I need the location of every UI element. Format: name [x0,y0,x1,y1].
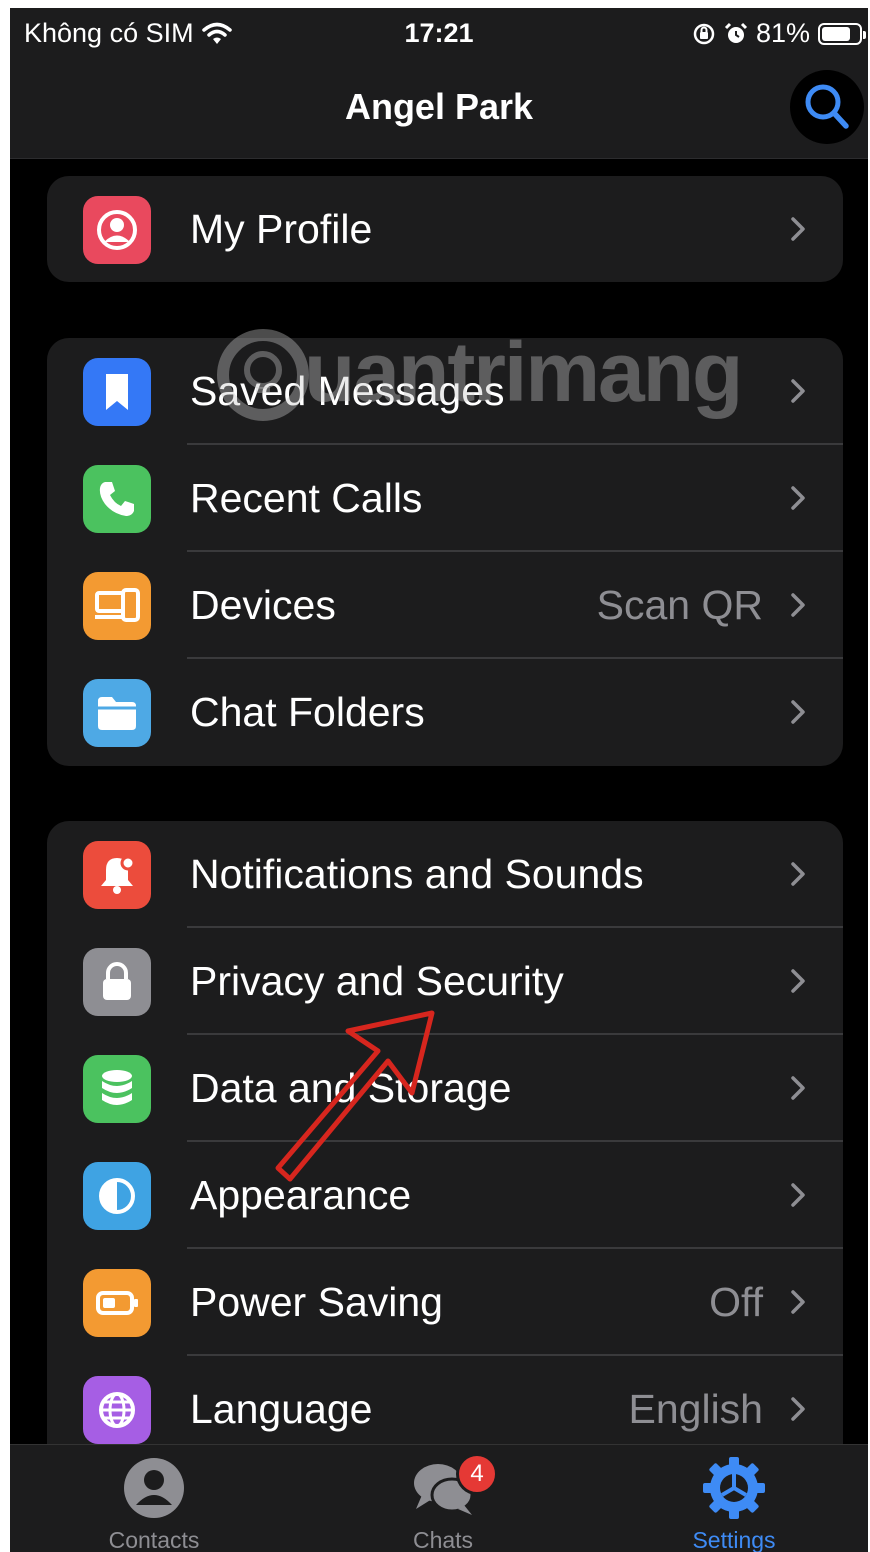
person-circle-icon [124,1458,184,1518]
chevron-right-icon [791,862,805,886]
tab-label: Contacts [108,1527,200,1552]
row-label: Saved Messages [190,368,505,414]
battery-icon [83,1269,151,1337]
settings-row-saved-messages[interactable]: Saved Messages [47,338,843,445]
status-right: 81% [692,18,866,49]
chevron-right-icon [791,1290,805,1314]
settings-row-recent-calls[interactable]: Recent Calls [47,445,843,552]
profile-group: My Profile [47,176,843,282]
row-value: Scan QR [596,582,763,628]
row-label: Chat Folders [190,689,425,735]
row-label: Data and Storage [190,1065,512,1111]
tab-contacts[interactable]: Contacts [54,1445,254,1552]
search-button[interactable] [790,70,864,144]
devices-icon [83,572,151,640]
features-group: Saved Messages Recent Calls Devices Scan… [47,338,843,766]
row-value: Off [709,1279,763,1325]
chevron-right-icon [791,217,805,241]
unread-badge: 4 [456,1453,498,1495]
row-label: Recent Calls [190,475,423,521]
row-label: Privacy and Security [190,958,564,1004]
row-label: Power Saving [190,1279,443,1325]
search-icon [805,84,849,129]
status-bar: Không có SIM 17:21 81% [10,8,868,58]
wifi-icon [201,22,232,44]
chevron-right-icon [791,969,805,993]
lock-icon [83,948,151,1016]
settings-row-privacy-security[interactable]: Privacy and Security [47,928,843,1035]
globe-icon [83,1376,151,1444]
settings-row-my-profile[interactable]: My Profile [47,176,843,282]
tab-label: Chats [412,1527,474,1552]
battery-fill [822,26,851,41]
chevron-right-icon [791,700,805,724]
row-label: My Profile [190,206,373,252]
chevron-right-icon [791,379,805,403]
page-title: Angel Park [344,86,534,127]
row-label: Appearance [190,1172,412,1218]
tab-label: Settings [692,1527,776,1552]
battery-percent: 81% [755,18,810,48]
bookmark-icon [83,358,151,426]
settings-row-appearance[interactable]: Appearance [47,1142,843,1249]
chevron-right-icon [791,593,805,617]
person-icon [83,196,151,264]
contrast-icon [83,1162,151,1230]
gear-icon [703,1457,765,1519]
database-icon [83,1055,151,1123]
carrier-label: Không có SIM [24,18,194,48]
settings-row-notifications[interactable]: Notifications and Sounds [47,821,843,928]
battery-icon [818,22,866,45]
chevron-right-icon [791,1183,805,1207]
phone-icon [83,465,151,533]
settings-row-devices[interactable]: Devices Scan QR [47,552,843,659]
bell-icon [83,841,151,909]
settings-row-chat-folders[interactable]: Chat Folders [47,659,843,766]
row-label: Devices [190,582,336,628]
alarm-icon [724,22,748,43]
folder-icon [83,679,151,747]
preferences-group: Notifications and Sounds Privacy and Sec… [47,821,843,1471]
orientation-lock-icon [693,23,715,44]
nav-bar: Angel Park [10,58,868,159]
tab-settings[interactable]: Settings [634,1445,834,1552]
tab-chats[interactable]: 4 Chats [343,1445,543,1552]
settings-row-data-storage[interactable]: Data and Storage [47,1035,843,1142]
status-left: Không có SIM [24,18,232,49]
row-label: Notifications and Sounds [190,851,644,897]
chevron-right-icon [791,1397,805,1421]
phone-screen: Không có SIM 17:21 81% Angel Park My Pro… [10,8,868,1552]
chevron-right-icon [791,1076,805,1100]
tab-bar: Contacts 4 Chats Settings [10,1444,868,1552]
chevron-right-icon [791,486,805,510]
settings-row-power-saving[interactable]: Power Saving Off [47,1249,843,1356]
